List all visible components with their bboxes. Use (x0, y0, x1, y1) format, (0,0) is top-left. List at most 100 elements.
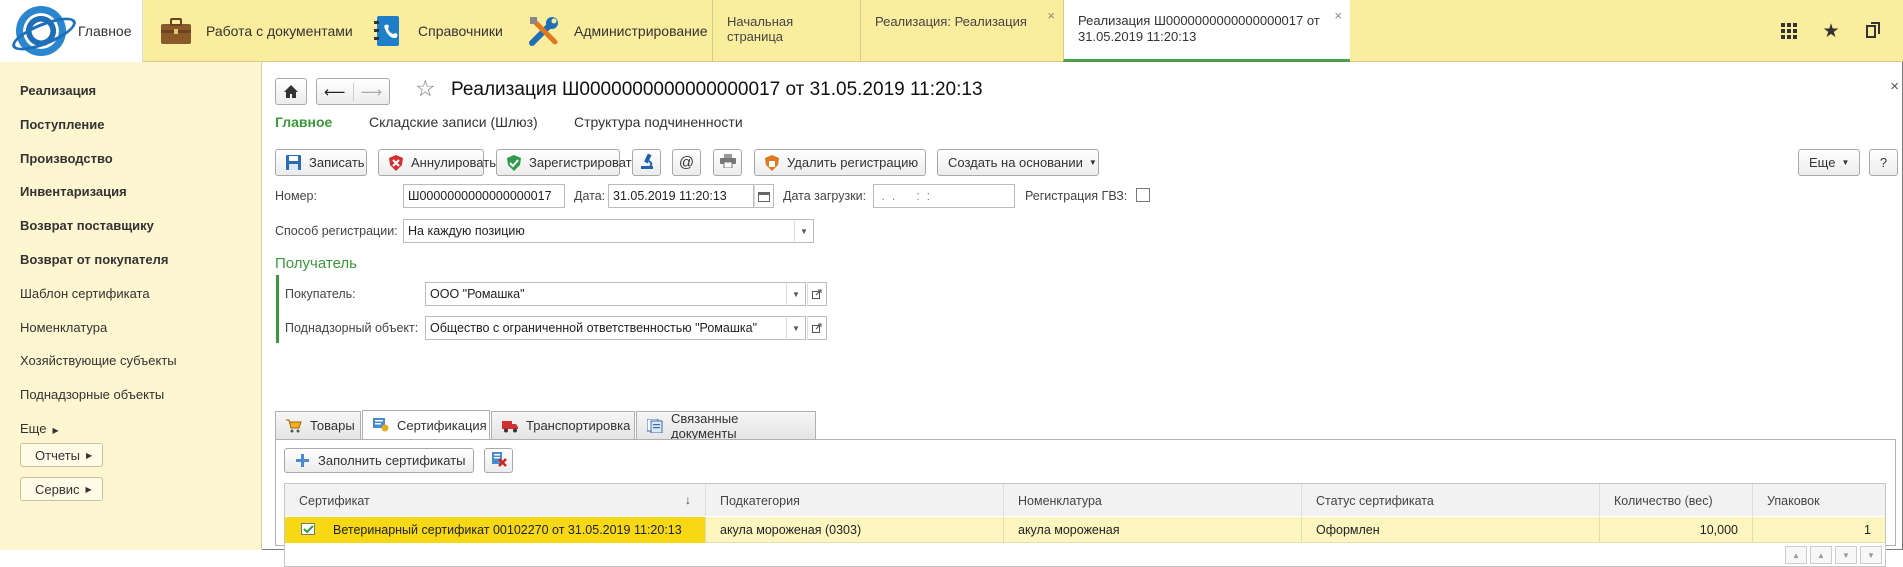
close-form-icon[interactable]: × (1890, 78, 1899, 95)
gvz-registration-label: Регистрация ГВЗ: (1025, 189, 1128, 203)
save-button[interactable]: Записать (275, 149, 367, 176)
column-header-certificate[interactable]: Сертификат ↓ (285, 484, 706, 516)
column-header-subcategory[interactable]: Подкатегория (706, 484, 1004, 516)
sidebar-item-inventory[interactable]: Инвентаризация (20, 184, 127, 199)
section-references-label: Справочники (418, 23, 503, 39)
top-bar: Главное Работа с документами Справочники… (0, 0, 1903, 62)
sidebar-item-realization[interactable]: Реализация (20, 83, 96, 98)
recipient-group-bar (276, 275, 279, 343)
grid-icon[interactable] (1779, 21, 1799, 41)
print-button[interactable] (713, 149, 742, 176)
column-header-nomenclature[interactable]: Номенклатура (1004, 484, 1302, 516)
tab-realization-document[interactable]: Реализация Ш0000000000000000017 от 31.05… (1063, 0, 1350, 62)
load-date-field[interactable]: . . : : (873, 184, 1015, 208)
open-link-icon[interactable] (807, 316, 827, 340)
sidebar-item-production[interactable]: Производство (20, 151, 113, 166)
column-header-packs[interactable]: Упаковок (1753, 484, 1885, 516)
save-label: Записать (309, 155, 365, 170)
sidebar: Реализация Поступление Производство Инве… (0, 62, 262, 550)
reports-button[interactable]: Отчеты ▶ (20, 443, 104, 467)
register-button[interactable]: Зарегистрировать (496, 149, 638, 176)
close-icon[interactable]: × (1047, 8, 1055, 23)
tab-main[interactable]: Главное (275, 114, 332, 130)
recipient-header: Получатель (275, 255, 357, 272)
supervised-object-field[interactable]: Общество с ограниченной ответственностью… (425, 316, 787, 340)
scroll-bottom-icon[interactable]: ▼ (1860, 546, 1882, 564)
sidebar-item-supervised-objects[interactable]: Поднадзорные объекты (20, 387, 164, 402)
forward-arrow-icon[interactable]: ⟶ (352, 82, 390, 101)
tab-realization-list[interactable]: Реализация: Реализация × (860, 0, 1063, 62)
scroll-top-icon[interactable]: ▲ (1785, 546, 1807, 564)
clear-certificates-button[interactable] (484, 448, 513, 473)
home-button[interactable] (275, 78, 307, 105)
tab-certification[interactable]: Сертификация (362, 410, 490, 439)
fill-certificates-label: Заполнить сертификаты (318, 453, 466, 468)
microscope-button[interactable] (632, 149, 661, 176)
floppy-icon (286, 155, 301, 171)
calendar-button[interactable] (754, 184, 774, 208)
annul-button[interactable]: Аннулировать (378, 149, 496, 176)
column-header-label: Сертификат (299, 494, 370, 508)
cell-status[interactable]: Оформлен (1302, 517, 1600, 543)
scroll-up-icon[interactable]: ▲ (1810, 546, 1832, 564)
chevron-down-icon[interactable]: ▼ (786, 316, 806, 340)
tab-related-documents[interactable]: Связанные документы (636, 411, 816, 441)
phonebook-icon (370, 13, 406, 49)
star-icon[interactable]: ★ (1821, 21, 1841, 42)
printer-icon (719, 154, 736, 171)
close-icon[interactable]: × (1334, 8, 1342, 24)
date-field[interactable]: 31.05.2019 11:20:13 (608, 184, 754, 208)
sidebar-item-nomenclature[interactable]: Номенклатура (20, 320, 107, 335)
chevron-down-icon: ▼ (1088, 158, 1097, 167)
column-header-quantity[interactable]: Количество (вес) (1600, 484, 1753, 516)
service-button[interactable]: Сервис ▶ (20, 477, 103, 501)
sidebar-item-receipt[interactable]: Поступление (20, 117, 105, 132)
tab-warehouse-records[interactable]: Складские записи (Шлюз) (369, 114, 538, 130)
cell-subcategory[interactable]: акула мороженая (0303) (706, 517, 1004, 543)
cell-certificate[interactable]: Ветеринарный сертификат 00102270 от 31.0… (285, 517, 706, 543)
tab-start-page[interactable]: Начальная страница (712, 0, 860, 62)
cell-packs[interactable]: 1 (1753, 517, 1885, 543)
tab-transportation[interactable]: Транспортировка (491, 411, 635, 439)
gvz-registration-checkbox[interactable] (1136, 188, 1150, 202)
sort-arrow-icon[interactable]: ↓ (685, 493, 691, 507)
sidebar-more[interactable]: Еще ▶ (20, 421, 59, 436)
table-row[interactable]: Ветеринарный сертификат 00102270 от 31.0… (285, 517, 1885, 543)
scroll-down-icon[interactable]: ▼ (1835, 546, 1857, 564)
create-based-on-button[interactable]: Создать на основании ▼ (937, 149, 1099, 176)
section-documents-label: Работа с документами (206, 23, 353, 39)
chevron-down-icon[interactable]: ▼ (794, 219, 814, 243)
registration-method-field[interactable]: На каждую позицию (403, 219, 795, 243)
tab-goods[interactable]: Товары (275, 411, 361, 439)
cell-nomenclature[interactable]: акула мороженая (1004, 517, 1302, 543)
delete-registration-button[interactable]: Удалить регистрацию (754, 149, 926, 176)
home-section[interactable]: Главное (0, 0, 143, 62)
tab-subordination[interactable]: Структура подчиненности (574, 114, 743, 130)
sidebar-item-business-entities[interactable]: Хозяйствующие субъекты (20, 353, 177, 368)
section-references[interactable]: Справочники (370, 0, 503, 62)
sidebar-item-return-from-buyer[interactable]: Возврат от покупателя (20, 252, 168, 267)
column-header-status[interactable]: Статус сертификата (1302, 484, 1600, 516)
favorite-star-icon[interactable]: ☆ (415, 75, 436, 102)
open-link-icon[interactable] (807, 282, 827, 306)
back-arrow-icon[interactable]: ⟵ (317, 83, 353, 101)
number-field[interactable]: Ш0000000000000000017 (403, 184, 565, 208)
fill-certificates-button[interactable]: Заполнить сертификаты (284, 448, 474, 473)
sidebar-item-certificate-template[interactable]: Шаблон сертификата (20, 286, 150, 301)
section-documents[interactable]: Работа с документами (158, 0, 353, 62)
shield-red-icon (389, 154, 403, 171)
email-button[interactable]: @ (672, 149, 701, 176)
number-label: Номер: (275, 189, 317, 203)
sidebar-item-return-to-supplier[interactable]: Возврат поставщику (20, 218, 154, 233)
history-icon[interactable] (1863, 21, 1883, 41)
sidebar-more-label: Еще (20, 421, 47, 436)
section-administration[interactable]: Администрирование (526, 0, 708, 62)
buyer-field[interactable]: ООО "Ромашка" (425, 282, 787, 306)
chevron-down-icon[interactable]: ▼ (786, 282, 806, 306)
documents-icon (646, 418, 663, 433)
load-date-label: Дата загрузки: (783, 189, 867, 203)
more-button[interactable]: Еще ▼ (1798, 149, 1860, 176)
chevron-right-icon: ▶ (85, 450, 93, 460)
help-button[interactable]: ? (1869, 149, 1898, 176)
cell-quantity[interactable]: 10,000 (1600, 517, 1753, 543)
